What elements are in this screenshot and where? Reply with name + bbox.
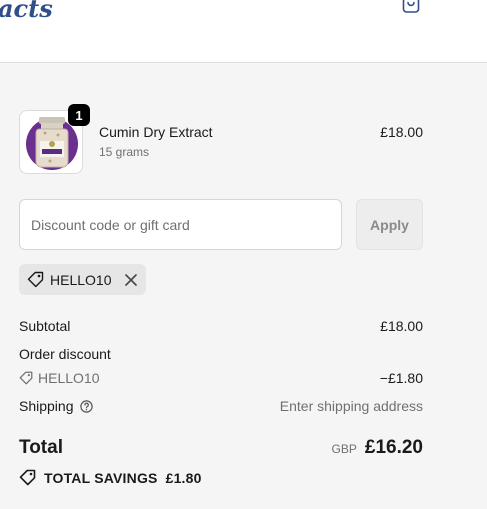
tag-icon: [19, 469, 36, 486]
quantity-badge: 1: [68, 104, 90, 126]
total-savings-label: TOTAL SAVINGS: [44, 469, 158, 486]
discount-code-input[interactable]: [19, 199, 342, 250]
store-logo[interactable]: acts: [0, 0, 53, 23]
product-variant: 15 grams: [99, 145, 150, 159]
subtotal-value: £18.00: [380, 318, 423, 334]
help-icon[interactable]: [79, 399, 93, 413]
close-icon: [125, 273, 138, 286]
total-savings-value: £1.80: [165, 469, 202, 486]
total-savings: TOTAL SAVINGS £1.80: [19, 469, 202, 486]
applied-discount-chip: HELLO10: [19, 264, 147, 295]
shipping-label: Shipping: [19, 398, 74, 414]
currency-code: GBP: [331, 442, 357, 456]
apply-discount-button[interactable]: Apply: [356, 199, 423, 250]
order-discount-label: Order discount: [19, 346, 111, 362]
subtotal-label: Subtotal: [19, 318, 71, 334]
shopping-bag-icon[interactable]: [401, 0, 421, 14]
total-amount: £16.20: [364, 437, 423, 458]
total-row: Total GBP £16.20: [19, 437, 423, 461]
shipping-value: Enter shipping address: [279, 398, 423, 414]
product-title: Cumin Dry Extract: [99, 124, 213, 140]
order-discount-row: Order discount: [19, 346, 423, 364]
discount-code-row: HELLO10 −£1.80: [19, 370, 423, 388]
product-price: £18.00: [380, 124, 423, 140]
remove-discount-button[interactable]: [125, 273, 138, 286]
site-header: acts: [0, 0, 487, 63]
subtotal-row: Subtotal £18.00: [19, 318, 423, 336]
tag-icon: [19, 371, 33, 385]
total-label: Total: [19, 437, 63, 458]
applied-discount-code: HELLO10: [50, 271, 112, 288]
line-item: 1 Cumin Dry Extract 15 grams £18.00: [19, 104, 423, 174]
discount-code-label: HELLO10: [38, 370, 100, 386]
shipping-row: Shipping Enter shipping address: [19, 398, 423, 416]
tag-icon: [27, 271, 44, 288]
discount-amount: −£1.80: [379, 370, 423, 386]
